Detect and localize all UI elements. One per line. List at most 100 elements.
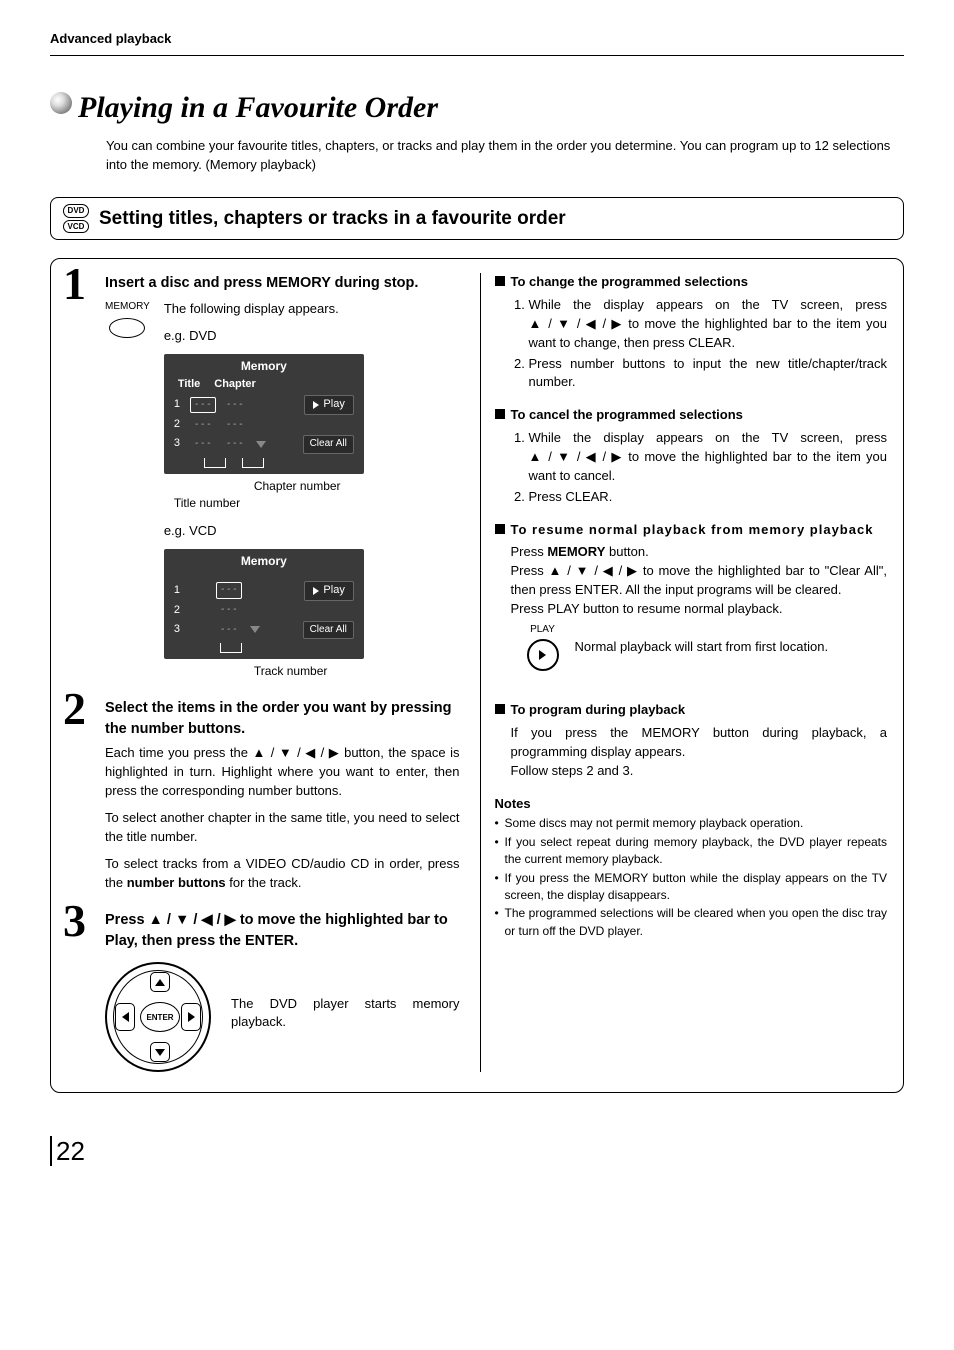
osd-title-slot-2: - - - <box>190 418 216 433</box>
osd-vcd: Memory 1 - - - Play <box>164 549 364 659</box>
osd-dvd: Memory Title Chapter 1 - - - - - - <box>164 354 364 474</box>
osd-row-idx: 3 <box>174 436 184 452</box>
page-title-wrap: Playing in a Favourite Order <box>50 86 904 130</box>
note-item: The programmed selections will be cleare… <box>495 905 888 940</box>
program-p1: If you press the MEMORY button during pl… <box>511 724 888 762</box>
change-li1: While the display appears on the TV scre… <box>529 296 888 353</box>
dpad-down-icon <box>150 1042 170 1062</box>
bracket-icon <box>242 458 264 468</box>
square-bullet-icon <box>495 704 505 714</box>
step-3: 3 Press ▲ / ▼ / ◀ / ▶ to move the highli… <box>67 910 460 1072</box>
arrow-glyphs: ▲ / ▼ / ◀ / ▶ <box>149 912 236 928</box>
step-2: 2 Select the items in the order you want… <box>67 698 460 892</box>
square-bullet-icon <box>495 409 505 419</box>
osd-chapter-slot-3: - - - <box>222 437 248 452</box>
arrow-glyphs: ▲ / ▼ / ◀ / ▶ <box>253 745 340 760</box>
resume-p2: Press ▲ / ▼ / ◀ / ▶ to move the highligh… <box>511 562 888 600</box>
osd-chapter-slot-2: - - - <box>222 418 248 433</box>
osd-col-chapter: Chapter <box>214 377 256 393</box>
resume-p3: Press PLAY button to resume normal playb… <box>511 600 888 619</box>
memory-label: MEMORY <box>105 301 150 312</box>
arrow-glyphs: ▲ / ▼ / ◀ / ▶ <box>548 563 638 578</box>
section-title: Setting titles, chapters or tracks in a … <box>99 205 566 233</box>
dpad-remote-icon: ENTER <box>105 962 211 1072</box>
step-3-title: Press ▲ / ▼ / ◀ / ▶ to move the highligh… <box>105 910 460 952</box>
step-1: 1 Insert a disc and press MEMORY during … <box>67 273 460 680</box>
section-header: DVD VCD Setting titles, chapters or trac… <box>50 197 904 240</box>
step-2-title: Select the items in the order you want b… <box>105 698 460 740</box>
sub-resume-head: To resume normal playback from memory pl… <box>495 521 888 540</box>
square-bullet-icon <box>495 524 505 534</box>
annot-chapter: Chapter number <box>254 478 460 495</box>
osd-row-idx: 2 <box>174 603 184 619</box>
bullet-sphere-icon <box>50 92 72 114</box>
osd-row-idx: 3 <box>174 622 184 638</box>
note-item: Some discs may not permit memory playbac… <box>495 815 888 832</box>
step-3-p1: The DVD player starts memory playback. <box>231 995 459 1033</box>
osd-row-idx: 2 <box>174 417 184 433</box>
osd-annotation-vcd: Track number <box>164 663 460 680</box>
arrow-glyphs: ▲ / ▼ / ◀ / ▶ <box>529 449 624 464</box>
osd-dvd-title: Memory <box>164 354 364 377</box>
page-number: 22 <box>50 1133 904 1171</box>
step-1-title: Insert a disc and press MEMORY during st… <box>105 273 460 294</box>
osd-row-idx: 1 <box>174 583 184 599</box>
header-rule <box>50 55 904 56</box>
sub-change-body: While the display appears on the TV scre… <box>511 296 888 392</box>
memory-button: MEMORY <box>105 300 150 338</box>
play-button-icon <box>527 639 559 671</box>
step-2-p2: To select another chapter in the same ti… <box>105 809 460 847</box>
sub-program-head: To program during playback <box>495 701 888 720</box>
osd-play-label: Play <box>323 583 344 599</box>
square-bullet-icon <box>495 276 505 286</box>
content-box: 1 Insert a disc and press MEMORY during … <box>50 258 904 1093</box>
notes-head: Notes <box>495 795 888 814</box>
step-number-1: 1 <box>63 261 86 307</box>
program-p2: Follow steps 2 and 3. <box>511 762 888 781</box>
osd-play-button: Play <box>304 581 353 601</box>
play-button: PLAY <box>527 623 559 672</box>
eg-dvd-label: e.g. DVD <box>164 327 460 346</box>
osd-play-button: Play <box>304 395 353 415</box>
change-li2: Press number buttons to input the new ti… <box>529 355 888 393</box>
osd-clear-all-button: Clear All <box>303 621 354 640</box>
bracket-icon <box>204 458 226 468</box>
step-1-following: The following display appears. <box>164 300 460 319</box>
note-item: If you press the MEMORY button while the… <box>495 870 888 905</box>
step-number-3: 3 <box>63 898 86 944</box>
sub-change-head: To change the programmed selections <box>495 273 888 292</box>
vcd-icon: VCD <box>63 220 89 234</box>
osd-play-label: Play <box>323 397 344 413</box>
osd-vcd-title: Memory <box>164 549 364 572</box>
scroll-down-icon <box>250 626 260 633</box>
step-2-p1: Each time you press the ▲ / ▼ / ◀ / ▶ bu… <box>105 744 460 801</box>
osd-annotation-dvd: Chapter number Title number <box>164 478 460 513</box>
disc-type-icons: DVD VCD <box>63 204 89 233</box>
sub-cancel-head: To cancel the programmed selections <box>495 406 888 425</box>
sub-cancel-body: While the display appears on the TV scre… <box>511 429 888 506</box>
dpad-right-icon <box>181 1003 201 1031</box>
sub-program-body: If you press the MEMORY button during pl… <box>511 724 888 781</box>
sub-resume-body: Press MEMORY button. Press ▲ / ▼ / ◀ / ▶… <box>511 543 888 671</box>
osd-track-slot-3: - - - <box>216 623 242 638</box>
right-column: To change the programmed selections Whil… <box>480 273 888 1072</box>
memory-button-icon <box>109 318 145 338</box>
bracket-icon <box>220 643 242 653</box>
osd-title-slot-3: - - - <box>190 437 216 452</box>
cancel-li2: Press CLEAR. <box>529 488 888 507</box>
intro-text: You can combine your favourite titles, c… <box>106 137 904 175</box>
resume-p4: Normal playback will start from first lo… <box>575 638 888 657</box>
cancel-li1: While the display appears on the TV scre… <box>529 429 888 486</box>
resume-p1: Press MEMORY button. <box>511 543 888 562</box>
left-column: 1 Insert a disc and press MEMORY during … <box>67 273 470 1072</box>
osd-clear-all-button: Clear All <box>303 435 354 454</box>
osd-title-slot-1: - - - <box>190 397 216 414</box>
dvd-icon: DVD <box>63 204 89 218</box>
osd-row-idx: 1 <box>174 397 184 413</box>
eg-vcd-label: e.g. VCD <box>164 522 460 541</box>
play-label: PLAY <box>527 623 559 638</box>
osd-chapter-slot-1: - - - <box>222 398 248 413</box>
annot-track: Track number <box>254 663 460 680</box>
arrow-glyphs: ▲ / ▼ / ◀ / ▶ <box>529 316 624 331</box>
osd-col-title: Title <box>178 377 200 393</box>
